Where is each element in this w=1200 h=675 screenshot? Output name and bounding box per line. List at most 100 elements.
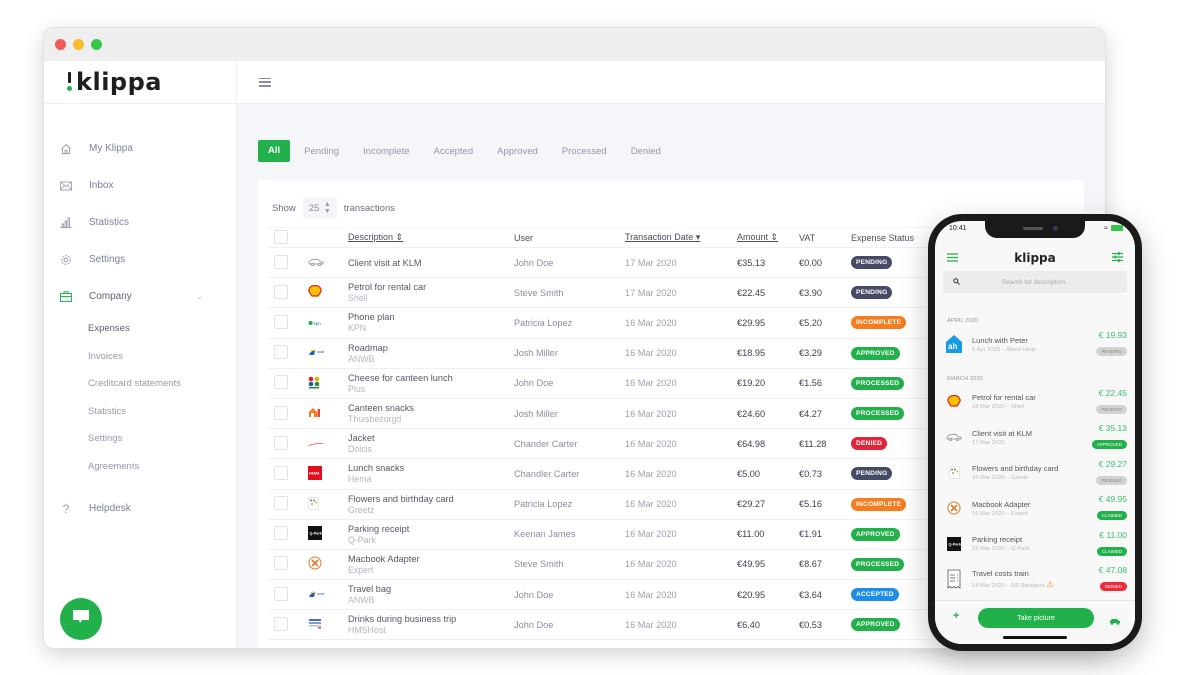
subnav-item-expenses[interactable]: Expenses: [88, 315, 236, 343]
row-checkbox[interactable]: [274, 375, 288, 390]
vat: €3.29: [799, 338, 851, 369]
column-header-transaction-date[interactable]: Transaction Date ▾: [625, 227, 737, 248]
transaction-date: 16 Mar 2020: [625, 338, 737, 369]
take-picture-button[interactable]: Take picture: [978, 608, 1094, 628]
subnav-item-invoices[interactable]: Invoices: [88, 343, 236, 371]
filter-sliders-icon[interactable]: [1111, 249, 1123, 267]
logo-mark-icon: [67, 72, 73, 92]
transaction-date: 17 Mar 2020: [625, 247, 737, 279]
row-checkbox[interactable]: [274, 526, 288, 541]
phone-screen: 10:41 ≈ klippa Search for description AP…: [935, 221, 1135, 644]
description: Petrol for rental car: [348, 282, 427, 293]
phone-status-badge: APPROVED: [1091, 440, 1127, 449]
stage: klippa My Klippa Inbox Statistics Settin…: [0, 0, 1200, 675]
svg-text:anwb: anwb: [317, 592, 324, 596]
sidebar-item-statistics[interactable]: Statistics: [44, 204, 236, 241]
page-size-select[interactable]: 25 ▲ ▼: [302, 197, 337, 219]
row-checkbox[interactable]: [274, 586, 288, 601]
phone-status-badge: PENDING: [1096, 347, 1127, 356]
description: Jacket: [348, 433, 375, 444]
merchant: Thuisbezorgd: [348, 414, 402, 425]
expense-amount: € 47.08: [1098, 565, 1127, 575]
sidebar-item-label: Company: [89, 291, 132, 302]
hamburger-menu-icon[interactable]: [259, 77, 271, 87]
row-checkbox[interactable]: [274, 435, 288, 450]
row-checkbox[interactable]: [274, 496, 288, 511]
kpn-logo-icon: kpn: [308, 318, 324, 328]
tab-accepted[interactable]: Accepted: [434, 146, 474, 157]
column-label: Description: [348, 232, 394, 242]
row-checkbox[interactable]: [274, 405, 288, 420]
tab-all[interactable]: All: [258, 140, 291, 162]
subnav-item-statistics[interactable]: Statistics: [88, 398, 236, 426]
chat-bubble-icon: [72, 609, 90, 629]
row-checkbox[interactable]: [274, 284, 288, 299]
home-icon: [60, 143, 72, 155]
phone-expense-item[interactable]: Client visit at KLM 17 Mar 2020 € 35.13 APP…: [943, 420, 1127, 454]
page-size-value: 25: [308, 202, 320, 214]
sidebar-item-my-klippa[interactable]: My Klippa: [44, 130, 236, 167]
subnav-item-settings[interactable]: Settings: [88, 425, 236, 453]
svg-text:Q-Park: Q-Park: [949, 542, 962, 546]
row-checkbox[interactable]: [274, 345, 288, 360]
row-checkbox[interactable]: [274, 616, 288, 631]
bar-chart-icon: [60, 217, 72, 229]
expense-date-merchant: 16 Mar 2020 – Expert: [972, 510, 1028, 517]
tab-incomplete[interactable]: Incomplete: [363, 146, 409, 157]
select-all-checkbox[interactable]: [274, 229, 288, 244]
phone-expense-item[interactable]: Flowers and birthday card 16 Mar 2020 – G…: [943, 456, 1127, 490]
klippa-logo[interactable]: klippa: [44, 61, 236, 104]
phone-menu-icon[interactable]: [947, 249, 958, 267]
expense-date-merchant: 15 Mar 2020 – Q-Park: [972, 546, 1030, 552]
expense-title: Travel costs train: [972, 569, 1029, 578]
warning-icon: ⚠: [1046, 580, 1054, 589]
column-header-vat: VAT: [799, 227, 851, 248]
row-checkbox[interactable]: [274, 314, 288, 329]
add-icon[interactable]: +: [953, 610, 959, 622]
merchant: ANWB: [348, 595, 375, 606]
transaction-date: 16 Mar 2020: [625, 368, 737, 399]
sidebar-item-inbox[interactable]: Inbox: [44, 167, 236, 204]
tab-denied[interactable]: Denied: [631, 146, 661, 157]
tab-pending[interactable]: Pending: [304, 146, 339, 157]
anwb-logo-icon: anwb: [308, 590, 325, 600]
search-icon: [953, 277, 960, 287]
merchant: Shell: [348, 293, 368, 304]
column-header-description[interactable]: Description ⇕: [348, 227, 514, 248]
tab-approved[interactable]: Approved: [497, 146, 538, 157]
phone-expense-item[interactable]: Petrol for rental car 18 Mar 2020 – Shell…: [943, 385, 1127, 419]
transaction-date: 16 Mar 2020: [625, 609, 737, 641]
row-checkbox[interactable]: [274, 465, 288, 480]
close-window-button[interactable]: [55, 39, 66, 50]
phone-expense-item[interactable]: ah Lunch with Peter 6 Apr 2020 – Albert He…: [943, 327, 1127, 361]
minimize-window-button[interactable]: [73, 39, 84, 50]
row-checkbox[interactable]: [274, 556, 288, 571]
transaction-date: 16 Mar 2020: [625, 579, 737, 611]
logo-text: klippa: [76, 68, 162, 96]
maximize-window-button[interactable]: [91, 39, 102, 50]
chat-button[interactable]: [60, 598, 102, 640]
sidebar-item-settings[interactable]: Settings: [44, 241, 236, 278]
description: Parking receipt: [348, 523, 410, 534]
user: Chandler Carter: [514, 458, 625, 490]
car-icon[interactable]: [1109, 612, 1121, 630]
row-checkbox[interactable]: [274, 254, 288, 269]
phone-search-input[interactable]: Search for description: [943, 271, 1127, 293]
amount: €18.95: [737, 338, 799, 369]
phone-expense-item[interactable]: Travel costs train 14 Mar 2020 – NS Reizi…: [943, 562, 1127, 596]
phone-expense-item[interactable]: Macbook Adapter 16 Mar 2020 – Expert € 49.…: [943, 491, 1127, 525]
subnav-item-creditcard-statements[interactable]: Creditcard statements: [88, 370, 236, 398]
subnav-item-agreements[interactable]: Agreements: [88, 453, 236, 481]
chevron-down-icon[interactable]: ⌄: [196, 292, 203, 301]
sidebar-item-company[interactable]: Company ⌄: [44, 278, 236, 315]
column-header-amount[interactable]: Amount ⇕: [737, 227, 799, 248]
status-badge: DENIED: [851, 437, 888, 451]
vat: €5.20: [799, 307, 851, 339]
phone-expense-item[interactable]: Q-Park Parking receipt 15 Mar 2020 – Q-Par…: [943, 527, 1127, 561]
tab-processed[interactable]: Processed: [562, 146, 607, 157]
title-bar: [44, 28, 1105, 61]
sidebar-item-helpdesk[interactable]: ? Helpdesk: [44, 490, 236, 527]
transaction-date: 16 Mar 2020: [625, 428, 737, 460]
briefcase-icon: [60, 291, 72, 303]
vat: €8.67: [799, 549, 851, 581]
